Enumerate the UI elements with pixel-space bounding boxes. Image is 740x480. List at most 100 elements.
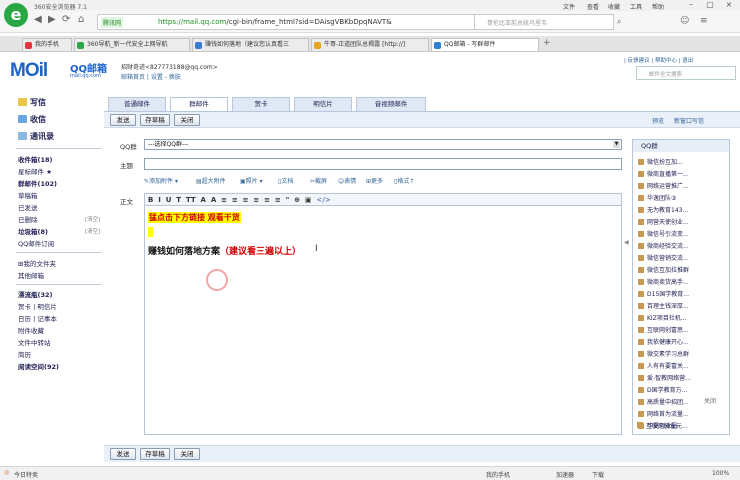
body-editor[interactable]: 猛点击下方链接 观看干货 赚钱如何落地方案（建议看三遍以上） I <box>144 206 622 435</box>
bold-button[interactable]: B <box>148 196 153 204</box>
browser-search-input[interactable]: 哥伦比亚前总统乌里韦 <box>474 14 614 30</box>
maximize-icon[interactable]: ▢ <box>703 1 717 10</box>
user-account[interactable]: 招财奇迹<827773188@qq.com> <box>121 62 218 71</box>
other-mailboxes[interactable]: 其他邮箱 <box>18 270 44 280</box>
status-download[interactable]: 下载 <box>592 470 604 479</box>
menu-favorites[interactable]: 收藏 <box>608 2 620 11</box>
group-item[interactable]: 华逸团队③ <box>638 193 676 202</box>
qq-group-select[interactable]: ---选择QQ群--- ▼ <box>144 139 622 150</box>
group-item[interactable]: 互联网创业元... <box>637 421 688 430</box>
browser-tab-active[interactable]: QQ邮箱 - 写群邮件 <box>431 38 539 51</box>
group-item[interactable]: 百理主钱深厚... <box>638 301 689 310</box>
menu-view[interactable]: 查看 <box>587 2 599 11</box>
mail-logo[interactable]: MOil <box>10 60 48 82</box>
clear-spam-link[interactable]: [清空] <box>85 227 100 235</box>
align-right-button[interactable]: ≡ <box>243 196 249 204</box>
menu-tools[interactable]: 工具 <box>630 2 642 11</box>
subject-input[interactable] <box>144 158 622 170</box>
new-tab-icon[interactable]: + <box>543 38 551 48</box>
group-item[interactable]: 微信营销交流... <box>638 253 689 262</box>
font-color-button[interactable]: A <box>201 196 206 204</box>
attach-file-button[interactable]: ✎添加附件 ▾ <box>144 176 178 185</box>
menu-help[interactable]: 帮助 <box>652 2 664 11</box>
browser-tab[interactable]: 360导航_新一代安全上网导航 <box>74 38 190 51</box>
status-zoom[interactable]: 100% <box>712 470 729 477</box>
group-item[interactable]: 微信互加拉推群 <box>638 265 689 274</box>
address-url[interactable]: https://mail.qq.com/cgi-bin/frame_html?s… <box>158 18 392 26</box>
home-icon[interactable]: ⌂ <box>78 14 84 25</box>
folder-sent[interactable]: 已发送 <box>18 202 38 212</box>
browser-tab[interactable]: 牛哥-正道团队总揭露 [http://] <box>311 38 429 51</box>
user-icon[interactable]: ☺ <box>680 16 689 26</box>
group-item[interactable]: 微商经验交流... <box>638 241 689 250</box>
group-item[interactable]: 网络运营推广... <box>638 181 689 190</box>
folder-deleted[interactable]: 已删除 <box>18 214 38 224</box>
app-reading-space[interactable]: 阅读空间(92) <box>18 361 59 371</box>
menu-file[interactable]: 文件 <box>563 2 575 11</box>
status-accelerator[interactable]: 加速器 <box>556 470 574 479</box>
group-panel-close-link[interactable]: 关闭 <box>704 396 716 405</box>
align-center-button[interactable]: ≡ <box>232 196 238 204</box>
folder-starred[interactable]: 星标邮件 ★ <box>18 166 52 176</box>
group-item[interactable]: 我依健康开心... <box>638 337 689 346</box>
group-item[interactable]: 爱-智教网络营... <box>638 373 691 382</box>
clear-deleted-link[interactable]: [清空] <box>85 215 100 223</box>
unordered-list-button[interactable]: ≡ <box>264 196 270 204</box>
send-button[interactable]: 发送 <box>110 448 136 460</box>
group-item[interactable]: D15国学教育... <box>638 289 689 298</box>
tab-greeting-card[interactable]: 贺卡 <box>232 97 290 111</box>
top-links[interactable]: | 反馈建议 | 帮助中心 | 退出 <box>624 56 693 64</box>
emoji-button[interactable]: ☺表情 <box>338 176 356 185</box>
underline-button[interactable]: U <box>166 196 172 204</box>
browser-tab[interactable]: 我的手机 <box>22 38 72 51</box>
app-file-transfer[interactable]: 文件中转站 <box>18 337 51 347</box>
source-code-button[interactable]: </> <box>316 196 330 204</box>
folder-spam[interactable]: 垃圾箱(8) <box>18 226 48 236</box>
large-attach-button[interactable]: ▤超大附件 <box>196 176 226 185</box>
browser-logo-icon[interactable]: e <box>4 3 28 27</box>
save-draft-button[interactable]: 存草稿 <box>140 114 170 126</box>
folder-group-mail[interactable]: 群邮件(102) <box>18 178 57 188</box>
group-item[interactable]: 微交素学习总群 <box>638 349 689 358</box>
folder-drafts[interactable]: 草稿箱 <box>18 190 38 200</box>
group-item[interactable]: 网营天使创业... <box>638 217 689 226</box>
my-folders[interactable]: ⊞我的文件夹 <box>18 258 56 268</box>
font-size-button[interactable]: TT <box>186 196 196 204</box>
document-button[interactable]: ▯文档 <box>278 176 293 185</box>
collapse-panel-icon[interactable]: ◀ <box>624 239 629 246</box>
photo-button[interactable]: ▣照片 ▾ <box>240 176 263 185</box>
group-item[interactable]: 高质量中招团... <box>638 397 689 406</box>
align-button[interactable]: ≡ <box>221 196 227 204</box>
contacts-link[interactable]: 通讯录 <box>18 131 54 142</box>
screenshot-button[interactable]: ✂截屏 <box>310 176 327 185</box>
group-item[interactable]: 人有有要富关... <box>638 361 689 370</box>
folder-subscriptions[interactable]: QQ邮件订阅 <box>18 238 54 248</box>
new-window-link[interactable]: 新窗口写信 <box>674 116 704 125</box>
app-resume[interactable]: 简历 <box>18 349 31 359</box>
tab-video-mail[interactable]: 音视频邮件 <box>356 97 426 111</box>
tab-normal-mail[interactable]: 普通邮件 <box>108 97 166 111</box>
app-drift-bottle[interactable]: 漂流瓶(32) <box>18 289 53 299</box>
address-bar[interactable]: 腾讯网 https://mail.qq.com/cgi-bin/frame_ht… <box>97 14 493 30</box>
status-today-sale[interactable]: 今日特卖 <box>14 470 38 479</box>
group-item[interactable]: KIZ项目社机... <box>638 313 687 322</box>
save-draft-button[interactable]: 存草稿 <box>140 448 170 460</box>
ordered-list-button[interactable]: ≡ <box>253 196 259 204</box>
search-icon[interactable]: ⌕ <box>617 17 621 27</box>
back-icon[interactable]: ◀ <box>34 14 42 25</box>
user-links[interactable]: 邮箱首页 | 设置 - 换肤 <box>121 72 181 81</box>
tab-group-mail[interactable]: 群邮件 <box>170 97 228 111</box>
group-item[interactable]: 微信扮互加... <box>638 157 683 166</box>
group-item[interactable]: 微商卖货高手... <box>638 277 689 286</box>
status-my-phone[interactable]: 我的手机 <box>486 470 510 479</box>
bg-color-button[interactable]: A <box>211 196 216 204</box>
forward-icon[interactable]: ▶ <box>48 14 56 25</box>
more-button[interactable]: ⊞更多 <box>366 176 383 185</box>
quote-button[interactable]: " <box>286 196 290 204</box>
app-attachments[interactable]: 附件收藏 <box>18 325 44 335</box>
app-cards[interactable]: 贺卡 | 明信片 <box>18 301 57 311</box>
inbox-link[interactable]: 收信 <box>18 114 46 125</box>
italic-button[interactable]: I <box>158 196 161 204</box>
group-item[interactable]: 网络首为流量... <box>638 409 689 418</box>
folder-inbox[interactable]: 收件箱(18) <box>18 154 53 164</box>
